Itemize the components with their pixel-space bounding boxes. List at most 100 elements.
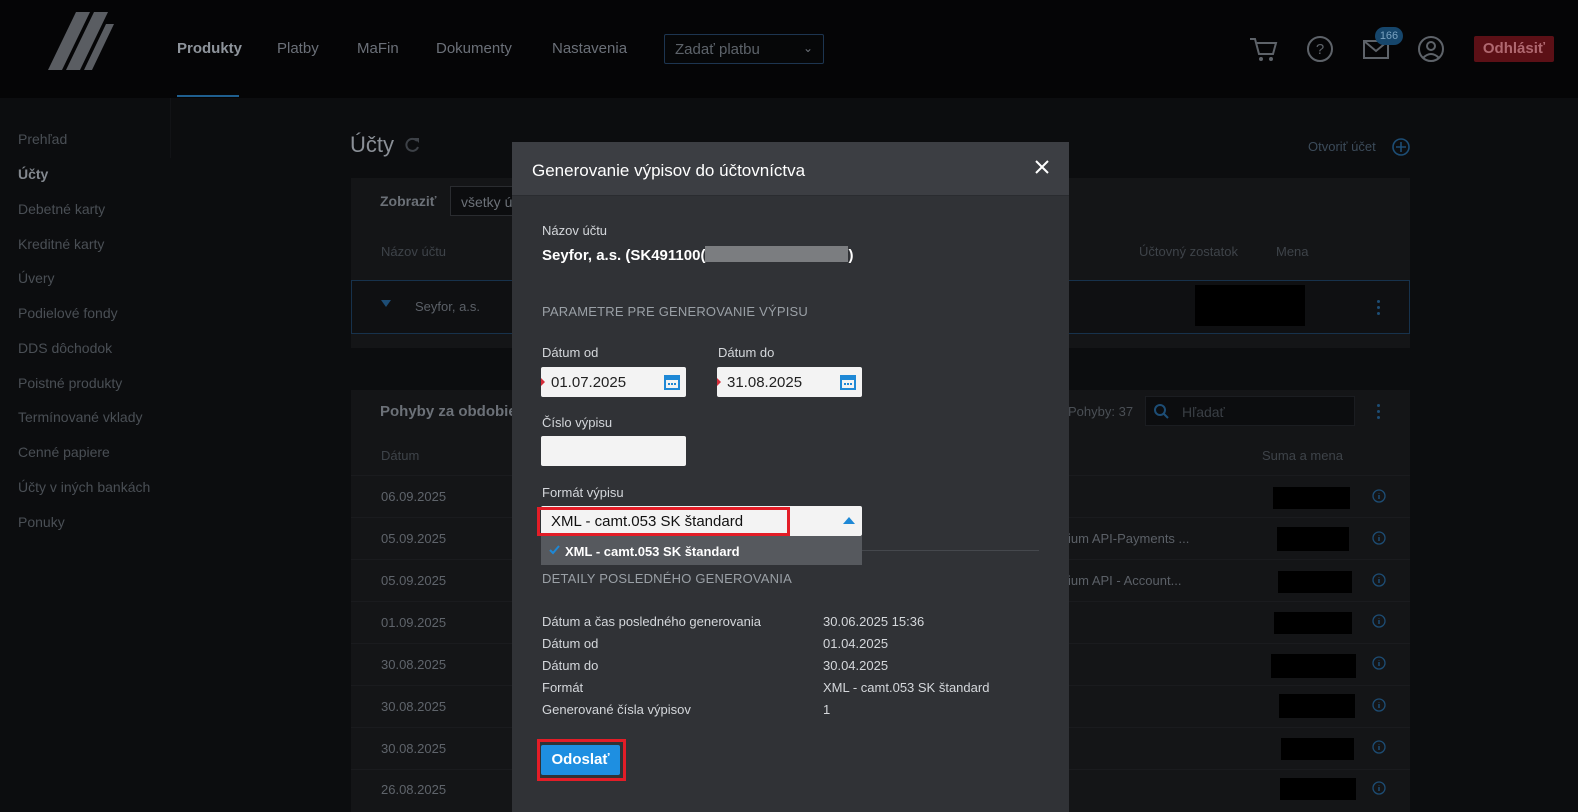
sidebar-item-prehlad[interactable]: Prehľad <box>18 131 67 147</box>
sidebar-item-debetne-karty[interactable]: Debetné karty <box>18 201 105 217</box>
movement-date: 30.08.2025 <box>381 699 447 714</box>
date-to-value: 31.08.2025 <box>727 374 803 391</box>
sidebar-item-ucty-v-inych-bankach[interactable]: Účty v iných bankách <box>18 479 150 495</box>
account-name-text: Seyfor, a.s. (SK491100( <box>542 247 706 264</box>
account-more-icon[interactable] <box>1377 300 1381 318</box>
sidebar-item-podielove-fondy[interactable]: Podielové fondy <box>18 305 118 321</box>
movements-search-input[interactable]: Hľadať <box>1145 396 1355 426</box>
format-label: Formát výpisu <box>542 485 624 500</box>
detail-value: XML - camt.053 SK štandard <box>823 680 990 695</box>
required-marker <box>541 378 545 386</box>
nav-mafin[interactable]: MaFin <box>357 40 399 57</box>
calendar-icon[interactable] <box>839 373 857 391</box>
movement-description: ium API - Account... <box>1068 573 1182 588</box>
redacted-amount <box>1277 527 1349 551</box>
format-dropdown-option[interactable]: XML - camt.053 SK štandard <box>541 536 862 565</box>
statement-number-label: Číslo výpisu <box>542 415 613 430</box>
submit-button[interactable]: Odoslať <box>541 745 620 775</box>
info-icon[interactable] <box>1372 698 1386 712</box>
sidebar-item-uvery[interactable]: Úvery <box>18 270 55 286</box>
sidebar-item-ucty[interactable]: Účty <box>18 166 48 182</box>
details-section-heading: DETAILY POSLEDNÉHO GENEROVANIA <box>542 571 792 586</box>
redacted-amount <box>1274 612 1352 634</box>
info-icon[interactable] <box>1372 489 1386 503</box>
expand-caret-icon[interactable] <box>381 300 391 308</box>
movement-date: 06.09.2025 <box>381 489 447 504</box>
detail-value: 30.04.2025 <box>823 658 889 673</box>
params-section-heading: PARAMETRE PRE GENEROVANIE VÝPISU <box>542 304 808 319</box>
movement-date: 05.09.2025 <box>381 573 447 588</box>
redacted-amount <box>1279 694 1355 718</box>
payment-type-select[interactable]: Zadať platbu ⌄ <box>664 34 824 64</box>
movements-title: Pohyby za obdobie <box>380 403 517 420</box>
filter-label: Zobraziť <box>380 193 437 209</box>
statement-number-input[interactable] <box>541 436 686 466</box>
statement-generation-dialog: Generovanie výpisov do účtovníctva Názov… <box>512 142 1069 812</box>
sidebar-item-cenne-papiere[interactable]: Cenné papiere <box>18 444 110 460</box>
nav-platby[interactable]: Platby <box>277 40 319 57</box>
col-head-currency: Mena <box>1276 244 1309 259</box>
info-icon[interactable] <box>1372 573 1386 587</box>
sidebar-divider <box>170 98 171 158</box>
detail-value: 1 <box>823 702 831 717</box>
redacted-amount <box>1271 654 1356 678</box>
col-head-date[interactable]: Dátum <box>381 448 419 463</box>
movements-more-icon[interactable] <box>1377 404 1381 422</box>
svg-text:?: ? <box>1316 41 1324 58</box>
user-profile-icon[interactable] <box>1416 34 1446 64</box>
info-icon[interactable] <box>1372 781 1386 795</box>
date-to-label: Dátum do <box>718 345 775 360</box>
logout-button[interactable]: Odhlásiť <box>1474 36 1554 62</box>
add-circle-icon[interactable] <box>1392 138 1410 156</box>
col-head-balance[interactable]: Účtovný zostatok <box>1139 244 1238 259</box>
refresh-icon[interactable] <box>403 136 421 154</box>
payment-select-value: Zadať platbu <box>675 41 760 58</box>
date-to-input[interactable]: 31.08.2025 <box>717 367 862 397</box>
sidebar-item-kreditne-karty[interactable]: Kreditné karty <box>18 236 104 252</box>
detail-value: 30.06.2025 15:36 <box>823 614 925 629</box>
page-title: Účty <box>350 132 394 157</box>
sidebar-item-ponuky[interactable]: Ponuky <box>18 514 65 530</box>
account-row-name: Seyfor, a.s. <box>415 299 481 314</box>
detail-label: Dátum od <box>542 636 599 651</box>
sidebar-item-terminovane-vklady[interactable]: Termínované vklady <box>18 409 143 425</box>
chevron-up-icon[interactable] <box>843 517 855 524</box>
bank-logo[interactable] <box>48 12 118 70</box>
dialog-title: Generovanie výpisov do účtovníctva <box>532 161 806 180</box>
account-name-value: Seyfor, a.s. (SK491100() <box>542 246 853 264</box>
col-head-account-name[interactable]: Názov účtu <box>381 244 446 259</box>
movement-description: ium API-Payments ... <box>1068 531 1190 546</box>
open-account-link[interactable]: Otvoriť účet <box>1308 139 1376 154</box>
movement-date: 05.09.2025 <box>381 531 447 546</box>
nav-nastavenia[interactable]: Nastavenia <box>552 40 627 57</box>
movement-date: 30.08.2025 <box>381 657 447 672</box>
col-head-amount: Suma a mena <box>1262 448 1343 463</box>
help-icon[interactable]: ? <box>1305 34 1335 64</box>
sidebar-item-poistne-produkty[interactable]: Poistné produkty <box>18 375 122 391</box>
cart-icon[interactable] <box>1248 34 1278 64</box>
redacted-amount <box>1281 738 1354 760</box>
detail-label: Dátum a čas posledného generovania <box>542 614 761 629</box>
info-icon[interactable] <box>1372 614 1386 628</box>
calendar-icon[interactable] <box>663 373 681 391</box>
nav-dokumenty[interactable]: Dokumenty <box>436 40 512 57</box>
redacted-amount <box>1273 487 1350 509</box>
account-filter-select[interactable]: všetky ú <box>450 186 520 216</box>
sidebar-item-dds-dochodok[interactable]: DDS dôchodok <box>18 340 112 356</box>
messages-count-badge: 166 <box>1375 27 1403 45</box>
nav-produkty[interactable]: Produkty <box>177 40 242 57</box>
top-navigation-bar: Produkty Platby MaFin Dokumenty Nastaven… <box>0 0 1578 98</box>
detail-label: Formát <box>542 680 584 695</box>
account-name-suffix: ) <box>848 247 854 264</box>
date-from-input[interactable]: 01.07.2025 <box>541 367 686 397</box>
info-icon[interactable] <box>1372 531 1386 545</box>
redacted-balance <box>1195 285 1305 326</box>
chevron-down-icon: ⌄ <box>802 41 813 55</box>
movement-date: 26.08.2025 <box>381 782 447 797</box>
movements-count: Pohyby: 37 <box>1068 404 1134 419</box>
info-icon[interactable] <box>1372 656 1386 670</box>
info-icon[interactable] <box>1372 740 1386 754</box>
date-from-value: 01.07.2025 <box>551 374 627 391</box>
redacted-amount <box>1278 571 1352 593</box>
close-icon[interactable] <box>1034 159 1050 175</box>
